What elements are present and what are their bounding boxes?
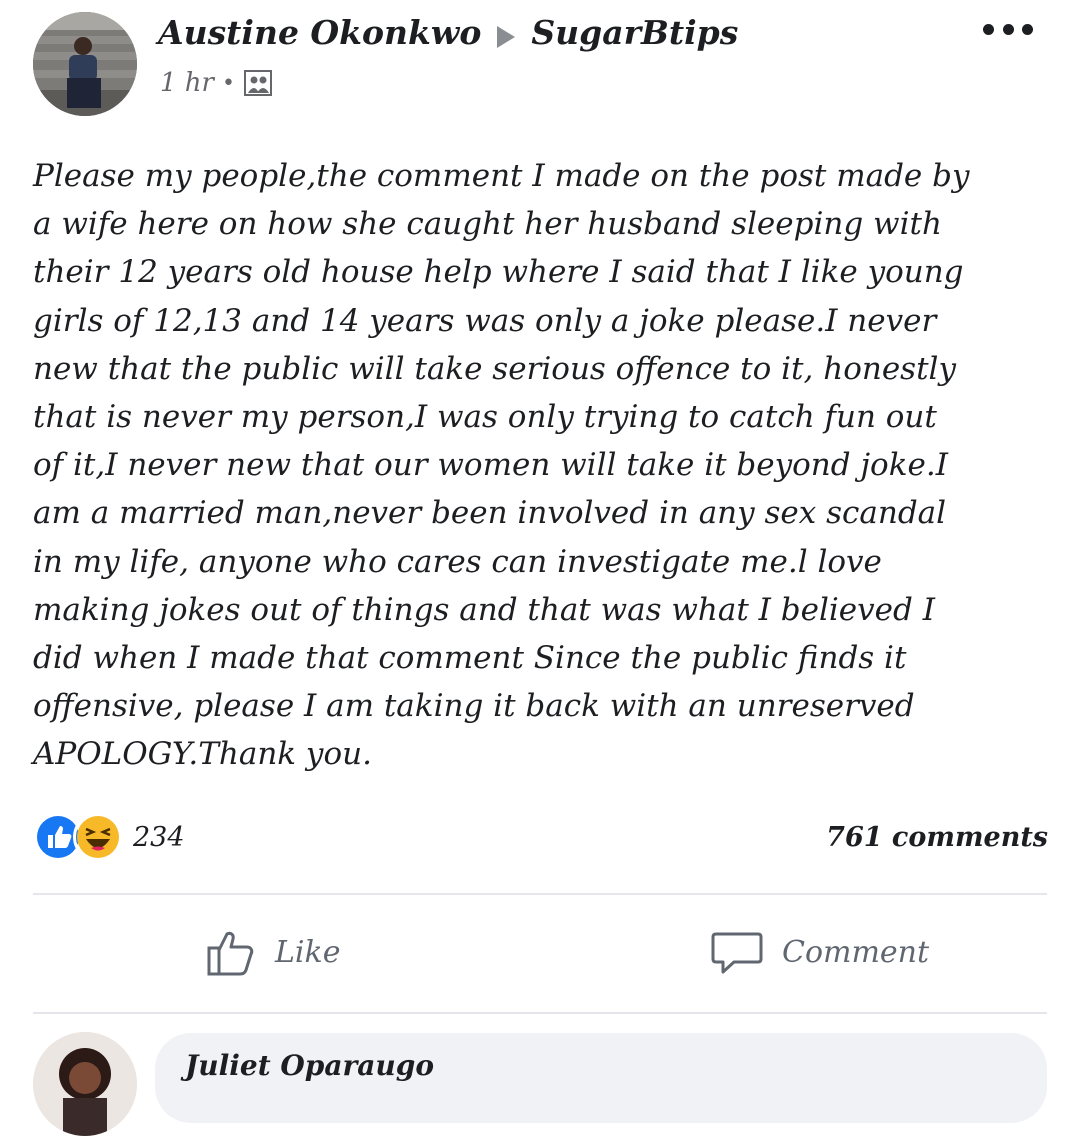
arrow-right-icon [495,19,517,48]
comment-button[interactable]: Comment [710,920,929,984]
commenter-photo [33,1032,137,1136]
author-avatar[interactable] [33,12,137,116]
more-dot [1022,23,1033,35]
reaction-count: 234 [133,821,185,853]
post-meta: 1 hr • [160,63,273,103]
haha-icon [73,812,123,862]
group-name[interactable]: SugarBtips [531,13,738,52]
comment-label: Comment [782,934,930,970]
like-label: Like [275,934,341,970]
post-body: Please my people,the comment I made on t… [33,158,970,773]
comments-count[interactable]: 761 comments [826,812,1048,862]
comment-icon [710,926,764,978]
meta-separator: • [221,70,235,96]
reactions-summary[interactable]: 234 [33,812,185,862]
more-dot [1002,23,1014,35]
divider [33,893,1047,895]
commenter-avatar[interactable] [33,1032,137,1136]
group-icon [243,68,273,98]
more-options-icon[interactable] [983,14,1033,44]
author-photo [33,12,137,116]
thumbs-up-icon [205,926,257,978]
post-header-title: Austine Okonkwo SugarBtips [158,10,738,54]
comment-bubble: Juliet Oparaugo [155,1033,1047,1123]
commenter-name[interactable]: Juliet Oparaugo [185,1049,434,1082]
post-time[interactable]: 1 hr [160,68,214,98]
author-name[interactable]: Austine Okonkwo [158,13,481,52]
like-button[interactable]: Like [205,920,340,984]
more-dot [983,23,994,35]
divider [33,1012,1047,1014]
